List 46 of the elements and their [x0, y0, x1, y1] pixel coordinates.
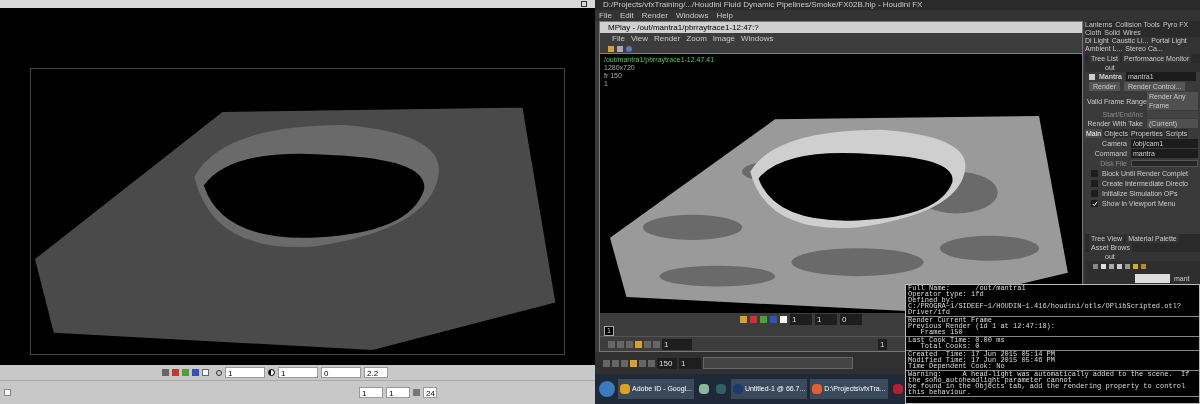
network-node[interactable] [1135, 274, 1170, 283]
maximize-icon[interactable] [581, 1, 587, 7]
app-icon [715, 384, 726, 394]
app-icon [812, 384, 823, 394]
number-field[interactable]: 1 [679, 357, 701, 369]
timeline-ruler[interactable] [703, 357, 853, 369]
menu-item[interactable]: Help [716, 10, 733, 21]
app-icon [732, 384, 743, 394]
number-field[interactable]: 1 [225, 367, 265, 378]
menu-item[interactable]: Render [654, 33, 681, 44]
menu-item[interactable]: Windows [675, 10, 709, 21]
checkmark-icon [1091, 200, 1098, 207]
menu-item[interactable]: Windows [741, 33, 774, 44]
checkbox[interactable] [1091, 180, 1098, 187]
fps-field[interactable]: 24 [423, 387, 437, 398]
mplay-title: MPlay - /out/mantra1/pbrraytrace1-12:47:? [600, 22, 1082, 33]
number-field[interactable]: 0 [840, 314, 862, 325]
number-field[interactable]: 1 [790, 314, 812, 325]
number-field[interactable]: 1 [278, 367, 318, 378]
menu-item[interactable]: Zoom [686, 33, 707, 44]
contrast-icon[interactable] [268, 369, 275, 376]
menu-item[interactable]: View [630, 33, 649, 44]
text-field[interactable] [1131, 160, 1198, 167]
expand-icon[interactable] [4, 389, 11, 396]
checkbox[interactable] [1091, 200, 1098, 207]
app-icon [698, 384, 709, 394]
menu-item[interactable]: Edit [619, 10, 634, 21]
app-icon [620, 384, 630, 394]
window-title: D:/Projects/vfxTraining/.../Houdini Fluid Dynamic Pipelines/Smoke/FX02B.hip - Houdini FX [595, 0, 1200, 10]
number-field[interactable]: 1 [662, 338, 692, 350]
checkbox[interactable] [1091, 170, 1098, 177]
checkbox[interactable] [1091, 190, 1098, 197]
app-icon [892, 384, 903, 394]
menu-item[interactable]: File [612, 33, 625, 44]
number-field[interactable]: 1 [359, 387, 383, 398]
number-field[interactable]: 1 [815, 314, 837, 325]
start-button[interactable] [599, 381, 615, 397]
menu-item[interactable]: Image [712, 33, 736, 44]
number-field[interactable]: 1 [878, 338, 887, 350]
number-field[interactable]: 0 [321, 367, 361, 378]
node-icon [1089, 73, 1095, 80]
menu-item[interactable]: Render [641, 10, 668, 21]
number-field[interactable]: 1 [386, 387, 410, 398]
number-field[interactable]: 2.2 [364, 367, 388, 378]
menu-item[interactable]: File [599, 10, 612, 21]
number-field[interactable]: 150 [657, 357, 677, 369]
